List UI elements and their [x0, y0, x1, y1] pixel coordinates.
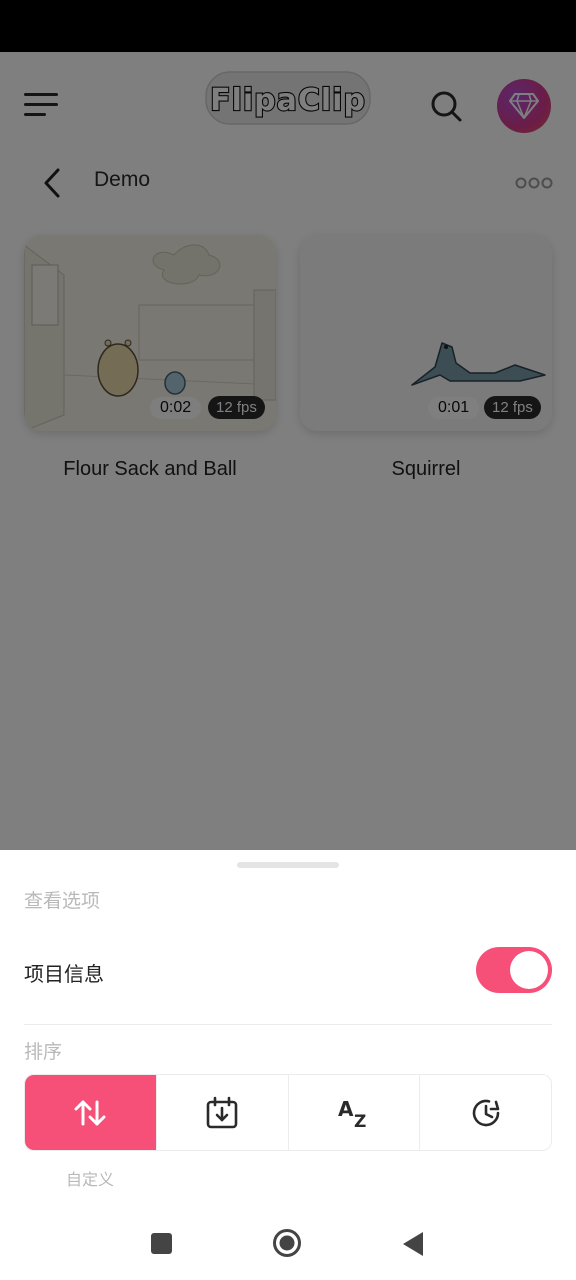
- sort-heading: 排序: [24, 1041, 63, 1063]
- project-info-toggle[interactable]: [476, 947, 552, 993]
- selected-sort-caption: 自定义: [65, 1170, 114, 1189]
- recent-apps-icon[interactable]: [150, 1230, 174, 1254]
- svg-text:A: A: [338, 1097, 354, 1121]
- alphabetical-sort-icon: A Z: [338, 1097, 366, 1130]
- home-icon[interactable]: [272, 1228, 302, 1258]
- divider: [24, 1024, 552, 1025]
- recent-history-icon: [472, 1099, 499, 1126]
- sort-alphabetical-button[interactable]: A Z: [288, 1075, 421, 1150]
- back-nav-icon[interactable]: [400, 1230, 426, 1258]
- swap-vertical-icon: [74, 1100, 106, 1125]
- dim-overlay[interactable]: [0, 52, 576, 850]
- project-info-label: 项目信息: [24, 962, 104, 986]
- system-navigation-bar: [0, 1212, 576, 1280]
- svg-text:Z: Z: [354, 1112, 366, 1130]
- toggle-knob: [510, 951, 548, 989]
- sort-date-button[interactable]: [156, 1075, 289, 1150]
- sort-custom-button[interactable]: [25, 1075, 157, 1150]
- sheet-drag-handle[interactable]: [237, 862, 339, 868]
- calendar-download-icon: [206, 1096, 238, 1128]
- view-options-heading: 查看选项: [24, 890, 101, 912]
- status-bar: [0, 0, 576, 52]
- sort-options: A Z: [24, 1074, 552, 1151]
- sort-recent-button[interactable]: [420, 1075, 551, 1150]
- screen: FlipaClip Demo: [0, 0, 576, 1280]
